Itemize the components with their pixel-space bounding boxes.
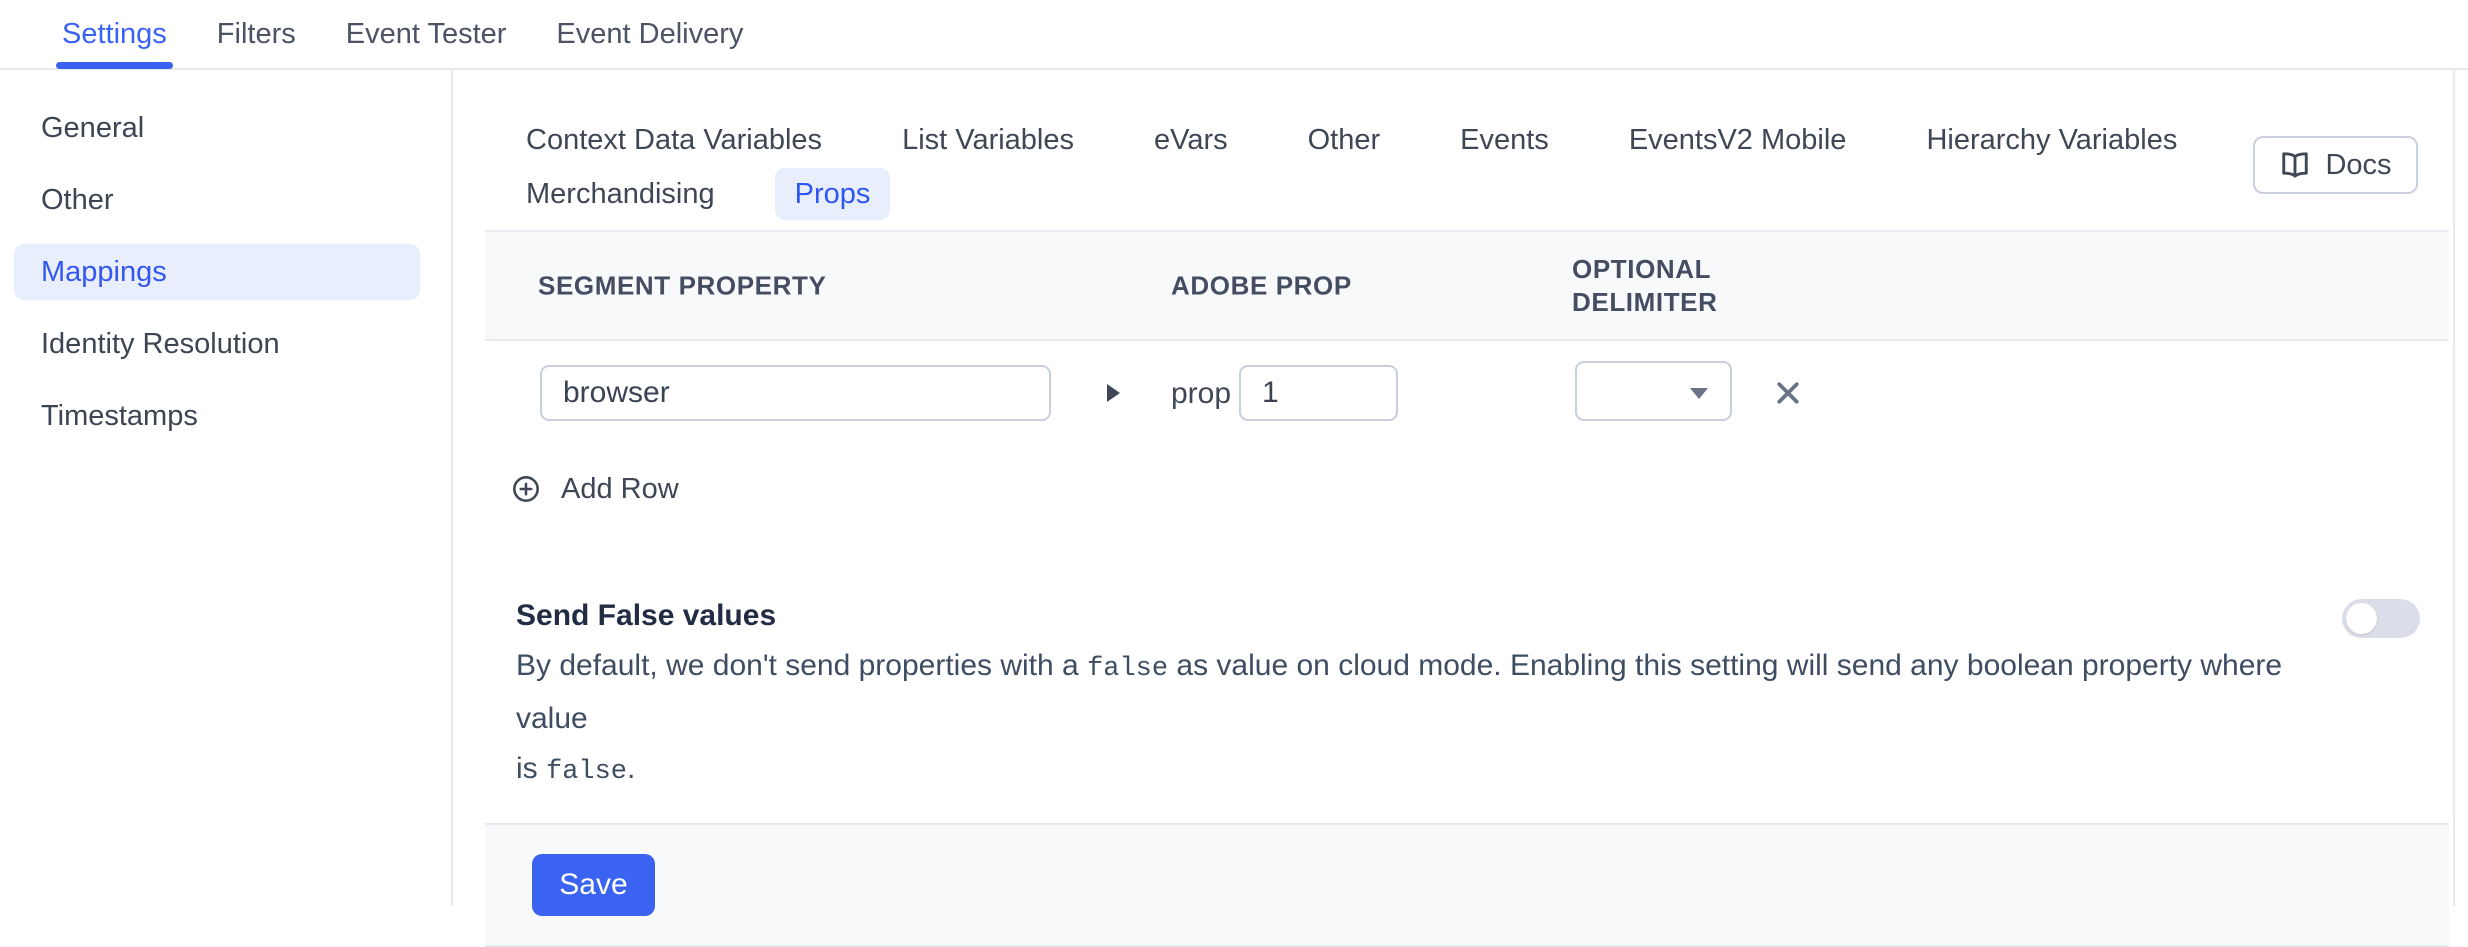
mapping-table-header: SEGMENT PROPERTY ADOBE PROP OPTIONAL DEL… <box>485 230 2449 341</box>
page-body: General Other Mappings Identity Resoluti… <box>0 70 2468 906</box>
tab-merchandising[interactable]: Merchandising <box>506 168 735 220</box>
tab-events[interactable]: Events <box>1440 114 1569 166</box>
sidebar-item-general[interactable]: General <box>14 100 420 156</box>
arrow-right-icon <box>1107 384 1120 402</box>
nav-tab-filters[interactable]: Filters <box>217 0 296 69</box>
tab-props[interactable]: Props <box>775 168 891 220</box>
tab-evars[interactable]: eVars <box>1134 114 1248 166</box>
send-false-values-title: Send False values <box>516 597 2316 635</box>
tab-context-data-variables[interactable]: Context Data Variables <box>506 114 842 166</box>
add-row-button[interactable]: Add Row <box>485 465 745 513</box>
docs-button[interactable]: Docs <box>2253 136 2418 194</box>
nav-tab-settings[interactable]: Settings <box>62 0 167 69</box>
add-row-label: Add Row <box>561 473 679 506</box>
send-false-values-section: Send False values By default, we don't s… <box>485 597 2449 797</box>
column-header-segment-property: SEGMENT PROPERTY <box>538 269 826 302</box>
send-false-values-toggle[interactable] <box>2342 599 2420 638</box>
chevron-down-icon <box>1690 388 1708 399</box>
column-header-optional-delimiter: OPTIONAL DELIMITER <box>1572 253 1772 319</box>
variable-tabs-area: Context Data Variables List Variables eV… <box>485 70 2449 230</box>
book-icon <box>2279 150 2311 180</box>
sidebar-item-timestamps[interactable]: Timestamps <box>14 388 420 444</box>
toggle-knob <box>2346 603 2377 634</box>
mapping-table-row: prop <box>485 341 2449 465</box>
adobe-prop-number-input[interactable] <box>1239 365 1398 421</box>
tab-eventsv2-mobile[interactable]: EventsV2 Mobile <box>1609 114 1867 166</box>
save-footer: Save <box>485 823 2449 947</box>
top-nav: Settings Filters Event Tester Event Deli… <box>0 0 2468 70</box>
docs-button-label: Docs <box>2325 149 2391 182</box>
nav-tab-event-tester[interactable]: Event Tester <box>346 0 507 69</box>
settings-sidebar: General Other Mappings Identity Resoluti… <box>0 70 453 906</box>
plus-circle-icon <box>512 475 540 503</box>
remove-row-button[interactable] <box>1771 377 1805 411</box>
tab-hierarchy-variables[interactable]: Hierarchy Variables <box>1906 114 2197 166</box>
variable-tabs: Context Data Variables List Variables eV… <box>506 114 2366 220</box>
segment-property-input[interactable] <box>540 365 1051 421</box>
mappings-panel: Context Data Variables List Variables eV… <box>453 70 2468 906</box>
tab-other[interactable]: Other <box>1288 114 1401 166</box>
sidebar-item-other[interactable]: Other <box>14 172 420 228</box>
column-header-adobe-prop: ADOBE PROP <box>1171 269 1352 302</box>
adobe-prop-prefix-label: prop <box>1171 377 1231 411</box>
send-false-values-description: By default, we don't send properties wit… <box>516 641 2316 797</box>
sidebar-item-mappings[interactable]: Mappings <box>14 244 420 300</box>
nav-tab-event-delivery[interactable]: Event Delivery <box>556 0 743 69</box>
tab-list-variables[interactable]: List Variables <box>882 114 1094 166</box>
save-button[interactable]: Save <box>532 854 655 916</box>
sidebar-item-identity-resolution[interactable]: Identity Resolution <box>14 316 420 372</box>
delimiter-select[interactable] <box>1575 361 1732 421</box>
